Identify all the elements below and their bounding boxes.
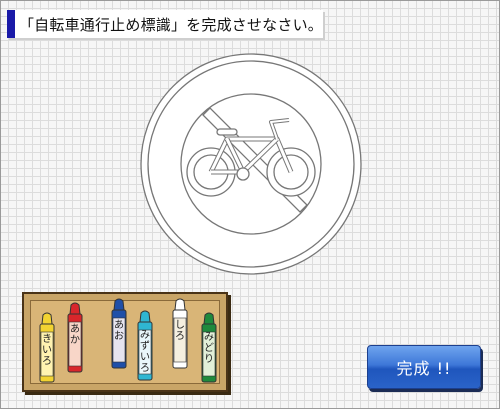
instruction-banner: 「自転車通行止め標識」を完成させなさい。 — [7, 10, 323, 38]
instruction-text: 「自転車通行止め標識」を完成させなさい。 — [18, 15, 323, 34]
crayon-label: みずいろ — [140, 330, 150, 374]
crayon-label: しろ — [175, 320, 185, 342]
crayon-label: あか — [70, 324, 80, 346]
crayon-label: きいろ — [42, 334, 52, 367]
complete-button[interactable]: 完成 !! — [367, 345, 481, 389]
crayon-label: みどり — [204, 332, 214, 365]
crayon-white[interactable]: しろ — [169, 298, 191, 372]
crayon-light-blue[interactable]: みずいろ — [134, 310, 156, 384]
crayon-blue[interactable]: あお — [108, 298, 130, 372]
crayon-yellow[interactable]: きいろ — [36, 312, 58, 386]
crayon-label: あお — [114, 320, 124, 342]
road-sign-outline[interactable] — [139, 52, 363, 276]
crayon-red[interactable]: あか — [64, 302, 86, 376]
crayon-tray: きいろ あか あお みずいろ しろ みどり — [22, 292, 228, 392]
crayon-green[interactable]: みどり — [198, 312, 220, 386]
banner-accent — [7, 10, 15, 38]
